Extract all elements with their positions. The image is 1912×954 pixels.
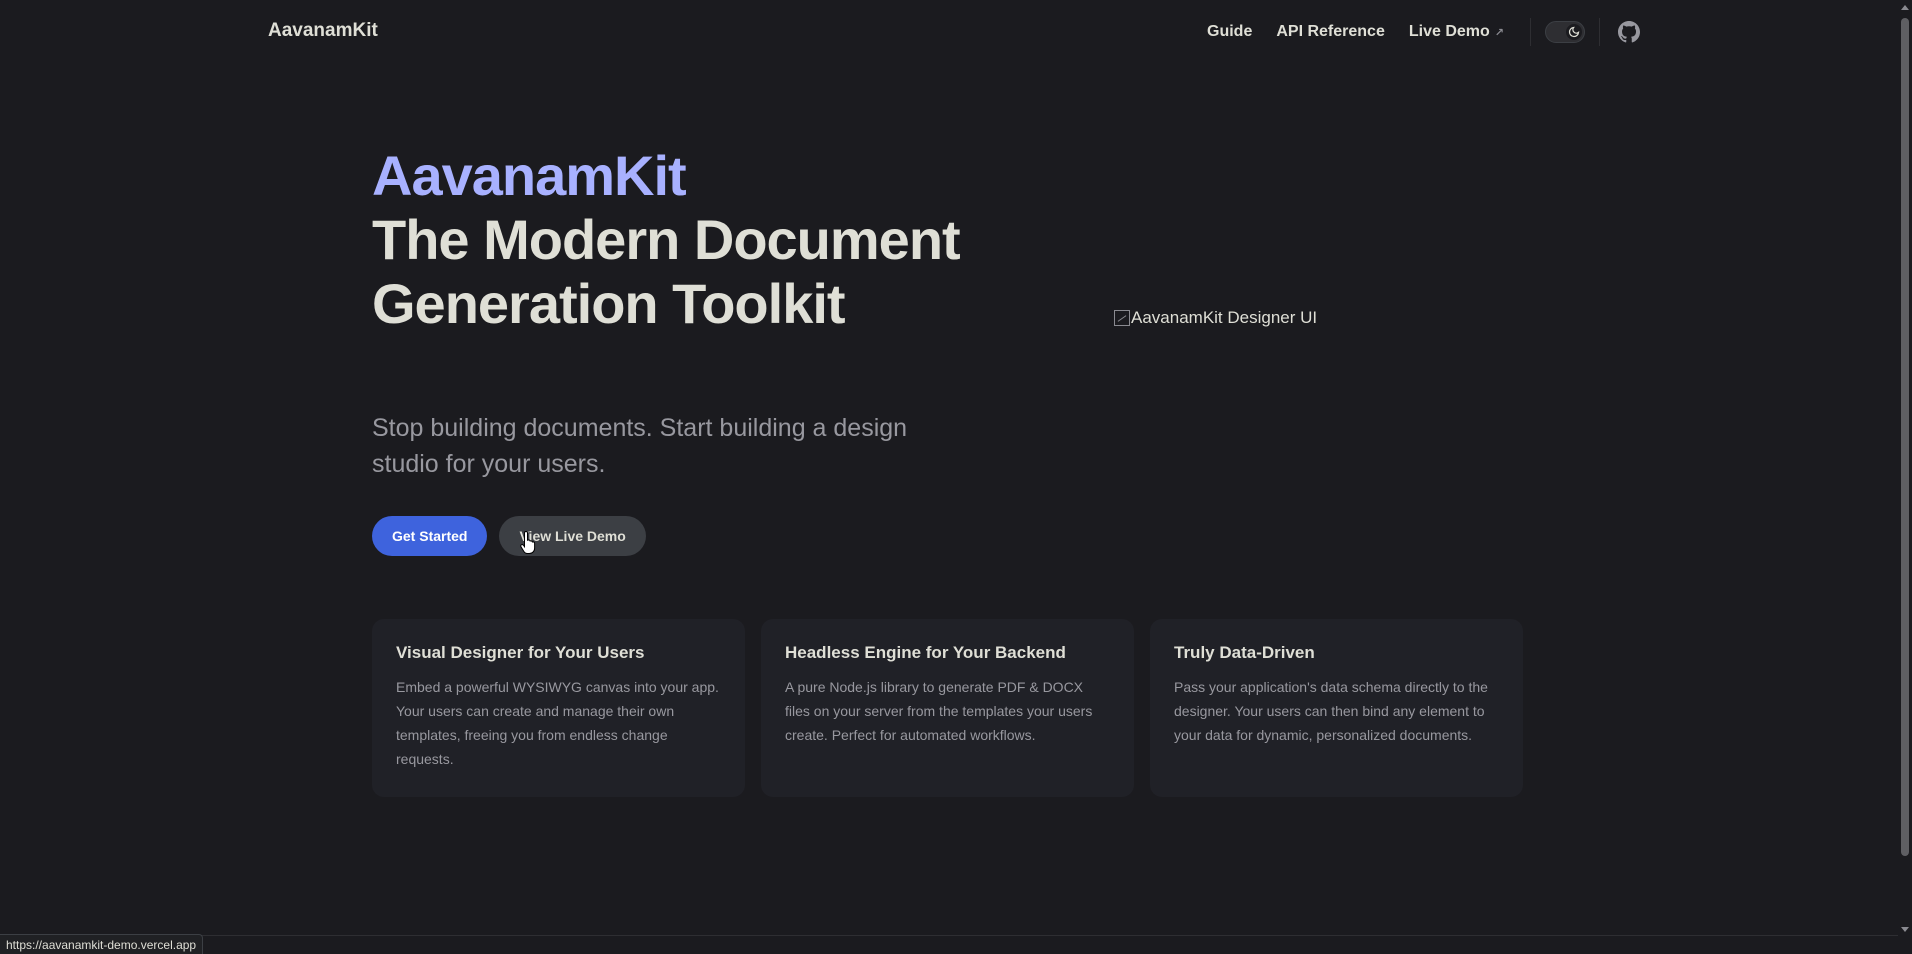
- feature-details: A pure Node.js library to generate PDF &…: [785, 679, 1093, 743]
- hand-pointer-cursor-icon: [520, 530, 536, 554]
- feature-card: Truly Data-Driven Pass your application'…: [1150, 619, 1523, 797]
- github-icon[interactable]: [1618, 21, 1640, 43]
- feature-title: Visual Designer for Your Users: [396, 643, 645, 662]
- main-nav: Guide API Reference Live Demo ↗: [1195, 12, 1640, 52]
- feature-card: Headless Engine for Your Backend A pure …: [761, 619, 1134, 797]
- scrollbar-thumb[interactable]: [1901, 18, 1909, 856]
- status-bar-url: https://aavanamkit-demo.vercel.app: [0, 934, 204, 954]
- top-navbar: AavanamKit Guide API Reference Live Demo…: [0, 0, 1898, 64]
- brand-logo-link[interactable]: AavanamKit: [268, 20, 378, 42]
- feature-details: Pass your application's data schema dire…: [1174, 679, 1488, 743]
- vertical-scrollbar[interactable]: [1898, 0, 1912, 954]
- nav-divider: [1530, 18, 1531, 46]
- nav-link-api-reference[interactable]: API Reference: [1276, 23, 1385, 41]
- hero-image-alt-text: AavanamKit Designer UI: [1131, 308, 1318, 327]
- hero-name: AavanamKit: [372, 144, 687, 207]
- external-link-icon: ↗: [1494, 26, 1504, 39]
- feature-card: Visual Designer for Your Users Embed a p…: [372, 619, 745, 797]
- feature-title: Truly Data-Driven: [1174, 643, 1315, 662]
- hero-image: AavanamKit Designer UI: [1114, 308, 1317, 328]
- scroll-down-arrow-icon[interactable]: [1901, 927, 1909, 932]
- hero-tagline: Stop building documents. Start building …: [372, 414, 908, 478]
- nav-divider: [1599, 18, 1600, 46]
- feature-title: Headless Engine for Your Backend: [785, 643, 1066, 662]
- scroll-up-arrow-icon[interactable]: [1901, 5, 1909, 10]
- page-bottom-divider: [0, 935, 1898, 936]
- hero-title: The Modern Document Generation Toolkit: [372, 208, 961, 335]
- get-started-button[interactable]: Get Started: [372, 516, 488, 556]
- features-grid: Visual Designer for Your Users Embed a p…: [372, 619, 1539, 797]
- feature-details: Embed a powerful WYSIWYG canvas into you…: [396, 679, 719, 767]
- nav-link-live-demo[interactable]: Live Demo ↗: [1409, 23, 1504, 41]
- hero-actions: Get Started View Live Demo: [372, 516, 658, 556]
- broken-image-icon: [1114, 310, 1130, 326]
- theme-toggle-switch[interactable]: [1545, 21, 1585, 43]
- moon-icon: [1566, 24, 1582, 40]
- nav-link-guide[interactable]: Guide: [1207, 23, 1252, 41]
- nav-link-live-demo-label: Live Demo: [1408, 23, 1490, 40]
- page: AavanamKit Guide API Reference Live Demo…: [0, 0, 1912, 954]
